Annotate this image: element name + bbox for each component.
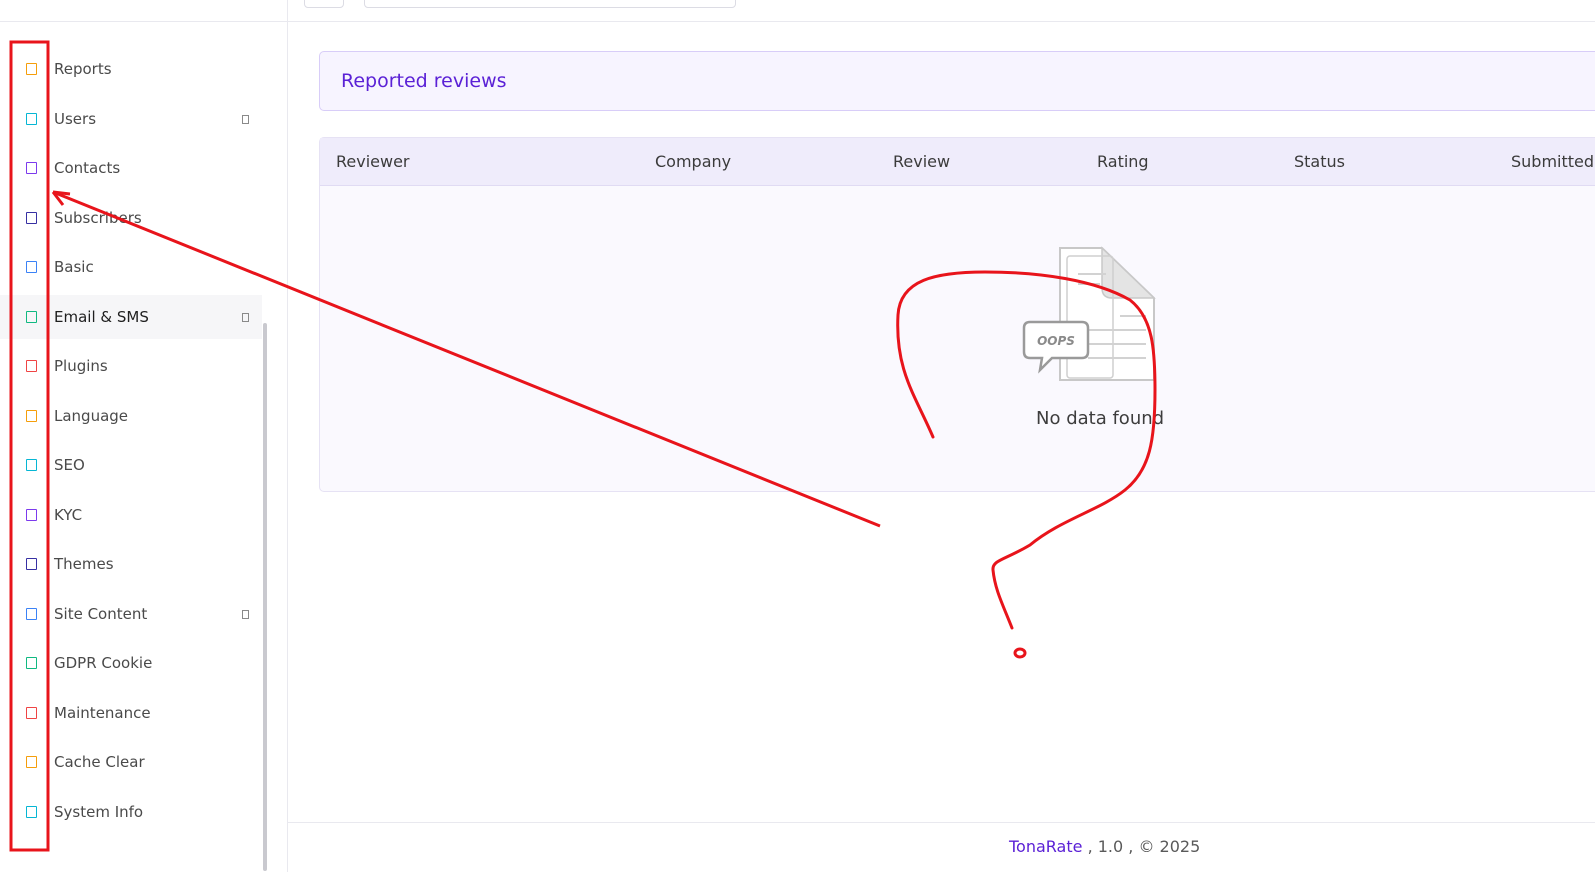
top-bar-divider xyxy=(287,0,288,21)
top-bar xyxy=(0,0,1595,22)
sidebar-item-system-info[interactable]: System Info xyxy=(0,790,262,834)
sidebar-item-cache-clear[interactable]: Cache Clear xyxy=(0,740,262,784)
sidebar-item-subscribers[interactable]: Subscribers xyxy=(0,196,262,240)
column-header-review[interactable]: Review xyxy=(893,152,950,171)
sidebar-item-reports[interactable]: Reports xyxy=(0,47,262,91)
sidebar-item-kyc[interactable]: KYC xyxy=(0,493,262,537)
kyc-icon xyxy=(26,509,37,521)
settings-icon xyxy=(26,261,37,273)
language-icon xyxy=(26,410,37,422)
sidebar-scrollbar[interactable] xyxy=(263,323,267,871)
cookie-icon xyxy=(26,657,37,669)
sidebar-item-label: KYC xyxy=(54,506,83,524)
sidebar-item-label: Reports xyxy=(54,60,112,78)
sidebar-item-label: GDPR Cookie xyxy=(54,654,153,672)
themes-icon xyxy=(26,558,37,570)
seo-icon xyxy=(26,459,37,471)
annotation-question-dot xyxy=(1013,647,1027,659)
footer-text: TonaRate , 1.0 , © 2025 xyxy=(1009,837,1200,856)
submenu-arrow-icon xyxy=(242,609,249,619)
sidebar-item-label: SEO xyxy=(54,456,85,474)
page-header: Reported reviews xyxy=(319,51,1595,111)
column-header-submitted[interactable]: Submitted xyxy=(1511,152,1594,171)
footer: TonaRate , 1.0 , © 2025 xyxy=(288,822,1595,873)
sidebar: Reports Users Contacts Subscribers Basic… xyxy=(0,22,288,872)
oops-badge: OOPS xyxy=(1037,334,1075,348)
column-header-status[interactable]: Status xyxy=(1294,152,1345,171)
column-header-rating[interactable]: Rating xyxy=(1097,152,1149,171)
site-content-icon xyxy=(26,608,37,620)
submenu-arrow-icon xyxy=(242,312,249,322)
sidebar-item-email-sms[interactable]: Email & SMS xyxy=(0,295,262,339)
empty-state-message: No data found xyxy=(1036,408,1165,429)
reports-icon xyxy=(26,63,37,75)
footer-version: , 1.0 , © 2025 xyxy=(1082,837,1201,856)
sidebar-item-label: Language xyxy=(54,407,129,425)
email-icon xyxy=(26,311,37,323)
info-icon xyxy=(26,806,37,818)
column-header-reviewer[interactable]: Reviewer xyxy=(336,152,410,171)
sidebar-item-language[interactable]: Language xyxy=(0,394,262,438)
sidebar-item-label: Subscribers xyxy=(54,209,142,227)
plugins-icon xyxy=(26,360,37,372)
sidebar-item-label: Email & SMS xyxy=(54,308,149,326)
sidebar-item-label: Maintenance xyxy=(54,704,151,722)
sidebar-item-contacts[interactable]: Contacts xyxy=(0,146,262,190)
page-title: Reported reviews xyxy=(341,70,507,92)
cache-icon xyxy=(26,756,37,768)
sidebar-toggle-button[interactable] xyxy=(304,0,344,8)
sidebar-item-site-content[interactable]: Site Content xyxy=(0,592,262,636)
sidebar-item-users[interactable]: Users xyxy=(0,97,262,141)
sidebar-item-maintenance[interactable]: Maintenance xyxy=(0,691,262,735)
users-icon xyxy=(26,113,37,125)
maintenance-icon xyxy=(26,707,37,719)
footer-brand-link[interactable]: TonaRate xyxy=(1009,837,1082,856)
sidebar-item-label: Basic xyxy=(54,258,94,276)
sidebar-item-label: Themes xyxy=(54,555,114,573)
sidebar-item-themes[interactable]: Themes xyxy=(0,542,262,586)
sidebar-item-label: Plugins xyxy=(54,357,108,375)
sidebar-item-seo[interactable]: SEO xyxy=(0,443,262,487)
sidebar-item-plugins[interactable]: Plugins xyxy=(0,344,262,388)
sidebar-item-label: System Info xyxy=(54,803,144,821)
column-header-company[interactable]: Company xyxy=(655,152,731,171)
sidebar-item-label: Cache Clear xyxy=(54,753,145,771)
search-input[interactable] xyxy=(364,0,736,8)
sidebar-item-label: Contacts xyxy=(54,159,121,177)
contacts-icon xyxy=(26,162,37,174)
sidebar-item-gdpr-cookie[interactable]: GDPR Cookie xyxy=(0,641,262,685)
submenu-arrow-icon xyxy=(242,114,249,124)
sidebar-item-basic[interactable]: Basic xyxy=(0,245,262,289)
empty-document-icon: OOPS xyxy=(1022,246,1156,381)
sidebar-item-label: Users xyxy=(54,110,97,128)
subscribers-icon xyxy=(26,212,37,224)
sidebar-item-label: Site Content xyxy=(54,605,148,623)
table-header: Reviewer Company Review Rating Status Su… xyxy=(320,138,1595,186)
reviews-table: Reviewer Company Review Rating Status Su… xyxy=(319,137,1595,492)
